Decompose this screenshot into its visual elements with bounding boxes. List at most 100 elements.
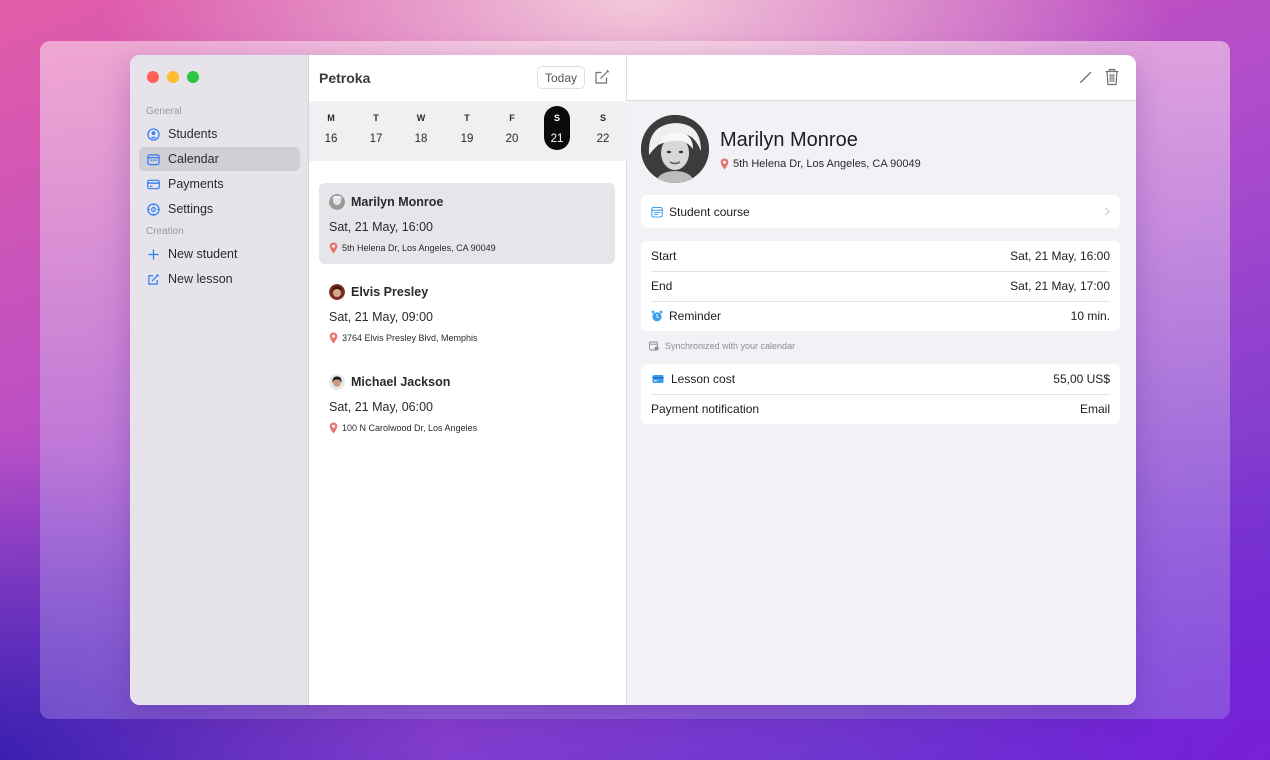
zoom-window-button[interactable] bbox=[187, 71, 199, 83]
section-label-general: General bbox=[146, 106, 182, 117]
end-row[interactable]: End Sat, 21 May, 17:00 bbox=[641, 271, 1120, 301]
sidebar-item-calendar[interactable]: Calendar bbox=[139, 147, 300, 171]
start-value: Sat, 21 May, 16:00 bbox=[1010, 249, 1110, 263]
calendar-sync-note: Synchronized with your calendar bbox=[649, 341, 795, 351]
location-pin-icon bbox=[720, 158, 729, 169]
sidebar-item-new-lesson[interactable]: New lesson bbox=[139, 267, 300, 291]
week-strip: M 16 T 17 W 18 T 19 F 20 S 21 S 22 bbox=[309, 101, 627, 161]
start-row[interactable]: Start Sat, 21 May, 16:00 bbox=[641, 241, 1120, 271]
calendar-icon bbox=[147, 153, 160, 165]
sidebar: General Students Calendar Payments Setti… bbox=[130, 55, 309, 705]
lesson-time: Sat, 21 May, 06:00 bbox=[329, 400, 433, 414]
sidebar-item-label: Payments bbox=[168, 177, 224, 191]
lesson-address: 5th Helena Dr, Los Angeles, CA 90049 bbox=[342, 243, 496, 253]
student-name: Elvis Presley bbox=[351, 285, 429, 299]
sidebar-item-label: Calendar bbox=[168, 152, 219, 166]
end-value: Sat, 21 May, 17:00 bbox=[1010, 279, 1110, 293]
sidebar-item-settings[interactable]: Settings bbox=[139, 197, 300, 221]
reminder-value: 10 min. bbox=[1070, 309, 1110, 323]
start-label: Start bbox=[651, 249, 677, 263]
avatar bbox=[641, 115, 709, 183]
avatar bbox=[329, 284, 345, 300]
day-number: 19 bbox=[460, 133, 474, 145]
day-letter: T bbox=[373, 113, 379, 123]
student-name-heading: Marilyn Monroe bbox=[720, 128, 858, 151]
minimize-window-button[interactable] bbox=[167, 71, 179, 83]
lesson-cost-label: Lesson cost bbox=[671, 372, 736, 386]
end-label: End bbox=[651, 279, 673, 293]
sidebar-item-students[interactable]: Students bbox=[139, 122, 300, 146]
lesson-address: 3764 Elvis Presley Blvd, Memphis bbox=[342, 333, 478, 343]
list-header: Petroka Today bbox=[309, 55, 626, 101]
trash-icon[interactable] bbox=[1104, 68, 1120, 86]
schedule-card: Start Sat, 21 May, 16:00 End Sat, 21 May… bbox=[641, 241, 1120, 331]
day-number: 21 bbox=[550, 133, 564, 145]
section-label-creation: Creation bbox=[146, 226, 184, 237]
day-number: 17 bbox=[369, 133, 383, 145]
lesson-detail-panel: Marilyn Monroe 5th Helena Dr, Los Angele… bbox=[627, 55, 1136, 705]
day-letter: W bbox=[416, 113, 426, 123]
person-circle-icon bbox=[147, 127, 160, 141]
gear-icon bbox=[147, 202, 160, 216]
reminder-row[interactable]: Reminder 10 min. bbox=[641, 301, 1120, 331]
sidebar-item-label: Settings bbox=[168, 202, 214, 216]
day-letter: M bbox=[327, 113, 335, 123]
close-window-button[interactable] bbox=[147, 71, 159, 83]
calendar-icon bbox=[651, 206, 663, 218]
detail-toolbar bbox=[627, 55, 1136, 101]
student-course-row[interactable]: Student course bbox=[641, 195, 1120, 228]
day-number: 22 bbox=[596, 133, 610, 145]
course-card: Student course bbox=[641, 195, 1120, 228]
app-window: General Students Calendar Payments Setti… bbox=[130, 55, 1136, 705]
sync-note-text: Synchronized with your calendar bbox=[665, 341, 796, 351]
avatar bbox=[329, 374, 345, 390]
avatar bbox=[329, 194, 345, 210]
lesson-item-elvis-presley[interactable]: Elvis Presley Sat, 21 May, 09:00 3764 El… bbox=[319, 273, 615, 354]
lesson-time: Sat, 21 May, 09:00 bbox=[329, 310, 433, 324]
lesson-time: Sat, 21 May, 16:00 bbox=[329, 220, 433, 234]
day-number: 18 bbox=[414, 133, 428, 145]
lesson-cost-row[interactable]: Lesson cost 55,00 US$ bbox=[641, 364, 1120, 394]
sidebar-item-new-student[interactable]: New student bbox=[139, 242, 300, 266]
location-pin-icon bbox=[329, 332, 338, 344]
lesson-item-michael-jackson[interactable]: Michael Jackson Sat, 21 May, 06:00 100 N… bbox=[319, 363, 615, 444]
location-pin-icon bbox=[329, 242, 338, 254]
student-course-label: Student course bbox=[669, 204, 750, 219]
today-button[interactable]: Today bbox=[537, 66, 586, 89]
alarm-clock-icon bbox=[651, 310, 663, 322]
payment-notification-label: Payment notification bbox=[651, 402, 760, 416]
day-number: 20 bbox=[505, 133, 519, 145]
chevron-right-icon bbox=[1104, 207, 1110, 216]
calendar-sync-icon bbox=[649, 341, 659, 351]
sidebar-item-payments[interactable]: Payments bbox=[139, 172, 300, 196]
app-title: Petroka bbox=[319, 70, 371, 86]
lesson-cost-value: 55,00 US$ bbox=[1053, 372, 1110, 386]
reminder-label: Reminder bbox=[669, 309, 722, 323]
lesson-item-marilyn-monroe[interactable]: Marilyn Monroe Sat, 21 May, 16:00 5th He… bbox=[319, 183, 615, 264]
location-pin-icon bbox=[329, 422, 338, 434]
sidebar-item-label: New lesson bbox=[168, 272, 233, 286]
day-letter: S bbox=[553, 113, 560, 123]
day-letter: F bbox=[509, 113, 515, 123]
payment-notification-value: Email bbox=[1079, 402, 1110, 416]
window-controls bbox=[147, 71, 199, 83]
credit-card-icon bbox=[652, 375, 664, 383]
student-profile: Marilyn Monroe 5th Helena Dr, Los Angele… bbox=[641, 115, 921, 183]
lesson-address: 100 N Carolwood Dr, Los Angeles bbox=[342, 423, 478, 433]
payment-card: Lesson cost 55,00 US$ Payment notificati… bbox=[641, 364, 1120, 424]
credit-card-icon bbox=[147, 179, 160, 189]
lesson-list-panel: Petroka Today M 16 T 17 W 18 T 19 F 20 S… bbox=[309, 55, 627, 705]
compose-icon[interactable] bbox=[594, 69, 610, 85]
day-letter: S bbox=[599, 113, 606, 123]
day-letter: T bbox=[464, 113, 470, 123]
plus-icon bbox=[148, 248, 159, 260]
student-name: Marilyn Monroe bbox=[351, 195, 444, 209]
sidebar-item-label: Students bbox=[168, 127, 218, 141]
payment-notification-row[interactable]: Payment notification Email bbox=[641, 394, 1120, 424]
sidebar-item-label: New student bbox=[168, 247, 238, 261]
student-address: 5th Helena Dr, Los Angeles, CA 90049 bbox=[733, 157, 921, 170]
pencil-icon[interactable] bbox=[1078, 69, 1094, 85]
day-number: 16 bbox=[324, 133, 338, 145]
compose-icon bbox=[148, 273, 160, 285]
student-name: Michael Jackson bbox=[351, 375, 451, 389]
